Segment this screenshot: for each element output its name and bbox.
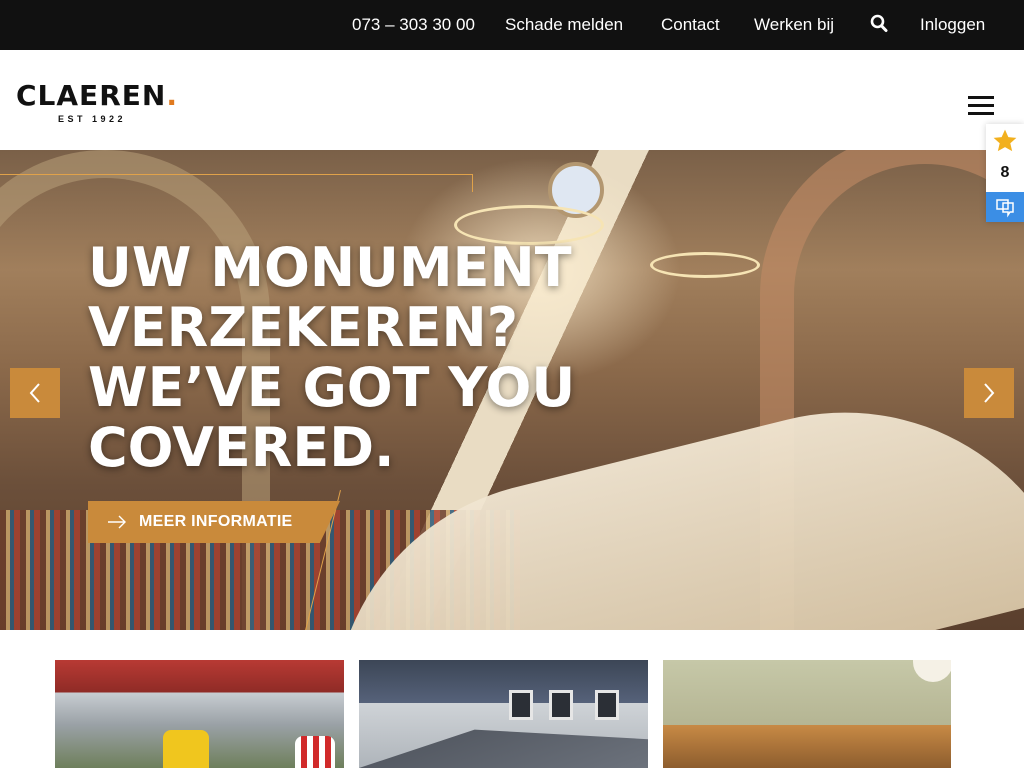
claeren-logo[interactable]: CLAEREN. EST 1922 <box>16 80 177 126</box>
frame-line <box>472 174 473 192</box>
logo-tagline: EST 1922 <box>58 114 127 124</box>
dormer-window <box>509 690 533 720</box>
search-icon[interactable] <box>870 14 888 34</box>
contact-link[interactable]: Contact <box>661 14 720 36</box>
careers-link[interactable]: Werken bij <box>754 14 834 36</box>
card-football[interactable] <box>55 660 344 768</box>
hero-headline-line: UW MONUMENT <box>88 236 572 299</box>
hero-headline-line: VERZEKEREN? <box>88 296 519 359</box>
striped-shirt <box>295 736 335 768</box>
site-header: CLAEREN. EST 1922 <box>0 50 1024 150</box>
dormer-window <box>595 690 619 720</box>
more-info-button[interactable]: MEER INFORMATIE <box>88 501 340 543</box>
menu-hamburger-icon[interactable] <box>968 96 994 116</box>
phone-link[interactable]: 073 – 303 30 00 <box>352 14 475 36</box>
report-damage-link[interactable]: Schade melden <box>505 14 623 36</box>
slider-next-button[interactable] <box>964 368 1014 418</box>
yellow-shirt <box>163 730 209 768</box>
hero-headline: UW MONUMENT VERZEKEREN? WE’VE GOT YOU CO… <box>88 238 648 478</box>
frame-line <box>0 174 472 175</box>
card-interior[interactable] <box>663 660 951 768</box>
dormer-window <box>549 690 573 720</box>
slider-prev-button[interactable] <box>10 368 60 418</box>
login-link[interactable]: Inloggen <box>920 14 985 36</box>
roof <box>359 729 648 768</box>
chat-icon[interactable] <box>986 192 1024 222</box>
hero-headline-line: COVERED. <box>88 416 395 479</box>
chevron-right-icon <box>984 383 995 403</box>
rating-score: 8 <box>1000 164 1010 181</box>
hero-banner: UW MONUMENT VERZEKEREN? WE’VE GOT YOU CO… <box>0 150 1024 630</box>
ring-lamp <box>650 252 760 278</box>
rating-widget[interactable]: 8 <box>986 124 1024 222</box>
hero-headline-line: WE’VE GOT YOU <box>88 356 576 419</box>
logo-wordmark: CLAEREN. <box>16 79 178 112</box>
top-bar: 073 – 303 30 00 Schade melden Contact We… <box>0 0 1024 50</box>
arrow-right-icon <box>108 515 126 529</box>
more-info-label: MEER INFORMATIE <box>139 513 293 530</box>
chevron-left-icon <box>29 383 40 403</box>
card-house[interactable] <box>359 660 648 768</box>
star-icon <box>992 128 1018 154</box>
pendant-lamp <box>913 660 951 682</box>
